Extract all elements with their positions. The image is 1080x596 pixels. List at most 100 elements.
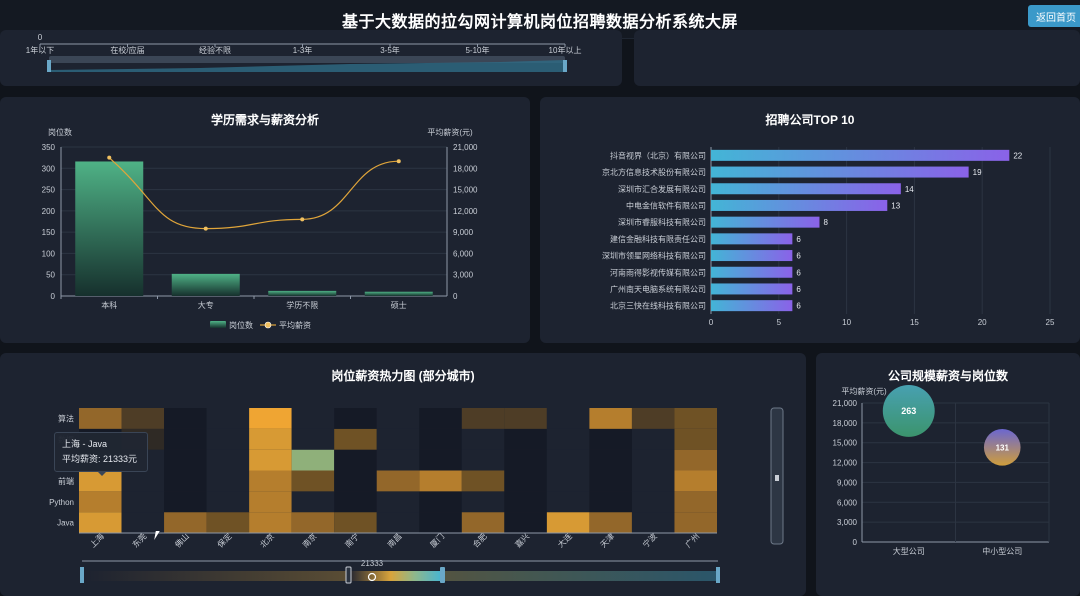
heatmap-cell[interactable]: [206, 512, 250, 533]
heatmap-cell[interactable]: [589, 512, 632, 533]
heatmap-cell[interactable]: [546, 449, 590, 471]
heatmap-cell[interactable]: [546, 428, 590, 450]
heatmap-cell[interactable]: [334, 491, 377, 513]
heatmap-cell[interactable]: [206, 470, 250, 492]
visual-map-handle-max[interactable]: [716, 567, 720, 583]
heatmap-cell[interactable]: [164, 428, 207, 450]
heatmap-cell[interactable]: [334, 408, 377, 429]
heatmap-cell[interactable]: [79, 408, 122, 429]
heatmap-cell[interactable]: [589, 408, 632, 429]
heatmap-cell[interactable]: [376, 428, 420, 450]
heatmap-cell[interactable]: [334, 512, 377, 533]
heatmap-cell[interactable]: [504, 428, 547, 450]
education-salary-point[interactable]: [107, 155, 112, 160]
heatmap-cell[interactable]: [504, 512, 547, 533]
visual-map-range-handle-right[interactable]: [440, 567, 445, 583]
heatmap-cell[interactable]: [249, 470, 292, 492]
heatmap-cell[interactable]: [419, 512, 462, 533]
experience-zoom-handle-right[interactable]: [563, 60, 567, 72]
heatmap-cell[interactable]: [589, 491, 632, 513]
experience-zoom-track[interactable]: [49, 56, 565, 63]
heatmap-cell[interactable]: [334, 470, 377, 492]
education-salary-point[interactable]: [396, 159, 401, 164]
heatmap-cell[interactable]: [206, 428, 250, 450]
heatmap-cell[interactable]: [631, 408, 675, 429]
heatmap-cell[interactable]: [504, 470, 547, 492]
heatmap-cell[interactable]: [419, 408, 462, 429]
heatmap-cell[interactable]: [121, 491, 165, 513]
heatmap-vertical-zoom-grip[interactable]: [775, 475, 779, 481]
company-bar[interactable]: [711, 166, 969, 178]
company-bar[interactable]: [711, 149, 1010, 161]
company-bar[interactable]: [711, 266, 793, 278]
heatmap-cell[interactable]: [504, 449, 547, 471]
heatmap-cell[interactable]: [376, 449, 420, 471]
heatmap-cell[interactable]: [291, 408, 335, 429]
heatmap-cell[interactable]: [674, 428, 717, 450]
company-bar[interactable]: [711, 250, 793, 262]
heatmap-cell[interactable]: [376, 491, 420, 513]
heatmap-cell[interactable]: [631, 512, 675, 533]
heatmap-cell[interactable]: [334, 428, 377, 450]
heatmap-cell[interactable]: [631, 449, 675, 471]
heatmap-cell[interactable]: [291, 470, 335, 492]
heatmap-cell[interactable]: [291, 428, 335, 450]
heatmap-cell[interactable]: [631, 470, 675, 492]
education-bar[interactable]: [268, 290, 337, 296]
heatmap-cell[interactable]: [291, 512, 335, 533]
education-bar[interactable]: [171, 273, 240, 296]
heatmap-cell[interactable]: [546, 512, 590, 533]
education-salary-point[interactable]: [203, 226, 208, 231]
heatmap-cell[interactable]: [546, 470, 590, 492]
heatmap-cell[interactable]: [206, 491, 250, 513]
heatmap-cell[interactable]: [674, 491, 717, 513]
heatmap-cell[interactable]: [121, 470, 165, 492]
legend-bar-swatch[interactable]: [210, 321, 226, 328]
heatmap-cell[interactable]: [461, 491, 505, 513]
heatmap-cell[interactable]: [419, 491, 462, 513]
heatmap-cell[interactable]: [376, 512, 420, 533]
heatmap-cell[interactable]: [249, 449, 292, 471]
heatmap-cell[interactable]: [79, 491, 122, 513]
heatmap-cell[interactable]: [589, 428, 632, 450]
heatmap-cell[interactable]: [164, 512, 207, 533]
visual-map-range[interactable]: [348, 571, 443, 581]
education-salary-point[interactable]: [300, 217, 305, 222]
legend-line-label[interactable]: 平均薪资: [279, 320, 311, 330]
heatmap-cell[interactable]: [249, 491, 292, 513]
company-bar[interactable]: [711, 216, 820, 228]
heatmap-cell[interactable]: [121, 408, 165, 429]
company-bar[interactable]: [711, 183, 901, 195]
heatmap-cell[interactable]: [164, 408, 207, 429]
heatmap-cell[interactable]: [79, 512, 122, 533]
heatmap-cell[interactable]: [461, 512, 505, 533]
heatmap-cell[interactable]: [291, 449, 335, 471]
heatmap-cell[interactable]: [546, 408, 590, 429]
experience-zoom-handle-left[interactable]: [47, 60, 51, 72]
heatmap-cell[interactable]: [461, 408, 505, 429]
heatmap-cell[interactable]: [674, 449, 717, 471]
heatmap-cell[interactable]: [419, 470, 462, 492]
heatmap-cell[interactable]: [419, 428, 462, 450]
heatmap-cell[interactable]: [419, 449, 462, 471]
visual-map-range-handle-left[interactable]: [345, 566, 352, 584]
heatmap-cell[interactable]: [461, 449, 505, 471]
education-bar[interactable]: [364, 291, 433, 296]
heatmap-cell[interactable]: [121, 512, 165, 533]
company-bar[interactable]: [711, 300, 793, 312]
heatmap-cell[interactable]: [164, 491, 207, 513]
heatmap-cell[interactable]: [376, 408, 420, 429]
heatmap-cell[interactable]: [249, 512, 292, 533]
heatmap-cell[interactable]: [164, 449, 207, 471]
heatmap-cell[interactable]: [674, 408, 717, 429]
heatmap-cell[interactable]: [631, 428, 675, 450]
company-bar[interactable]: [711, 233, 793, 245]
heatmap-cell[interactable]: [206, 408, 250, 429]
heatmap-cell[interactable]: [334, 449, 377, 471]
legend-bar-label[interactable]: 岗位数: [229, 320, 253, 330]
heatmap-cell[interactable]: [206, 449, 250, 471]
heatmap-cell[interactable]: [546, 491, 590, 513]
heatmap-cell[interactable]: [631, 491, 675, 513]
heatmap-cell[interactable]: [674, 470, 717, 492]
back-home-button[interactable]: 返回首页: [1028, 5, 1080, 27]
